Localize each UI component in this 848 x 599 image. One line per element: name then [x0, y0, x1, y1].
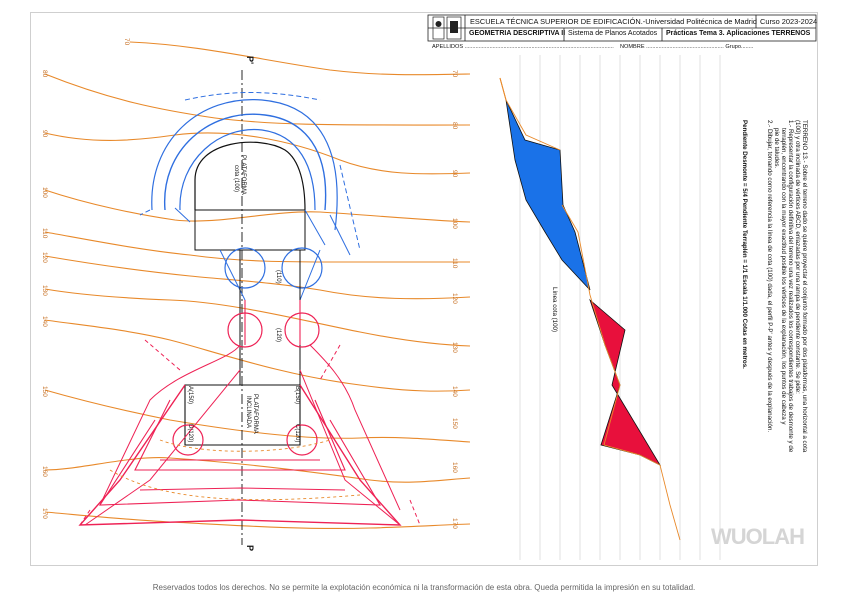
- label-ramp-120: (120): [275, 328, 281, 343]
- contour-label-left: 160: [41, 466, 48, 477]
- statement-line-6: 2.- Dibujar, tomando como referencia la …: [766, 120, 773, 433]
- contour-label-right: 130: [451, 342, 458, 353]
- contour-label-right: 90: [451, 170, 458, 178]
- label-vertex-b: B(150): [294, 386, 300, 405]
- contour-label-right: 100: [451, 218, 458, 229]
- statement-line-4: terraplén, encontrando con la mayor exac…: [780, 128, 787, 425]
- profile-grid: [519, 55, 721, 560]
- name-label: NOMBRE .................................…: [620, 44, 754, 50]
- contour-label-right: 170: [451, 518, 458, 529]
- practice-title: Prácticas Tema 3. Aplicaciones TERRENOS: [666, 30, 811, 37]
- footer-rights: Reservados todos los derechos. No se per…: [152, 583, 696, 592]
- profile-cut-area: [505, 99, 591, 291]
- contour-label-left: 140: [41, 316, 48, 327]
- statement-line-1: TERRENO 13.- Sobre el terreno dado se qu…: [801, 120, 808, 453]
- statement-line-2: (100) y otra inclinada de vértices ABCD,…: [794, 120, 801, 394]
- watermark-logo: WUOLAH: [711, 524, 805, 549]
- contour-label-left: 130: [41, 285, 48, 296]
- school-title: ESCUELA TÉCNICA SUPERIOR DE EDIFICACIÓN.…: [470, 17, 757, 26]
- contour-label-right: 110: [451, 258, 458, 269]
- slopes-info: Pendiente Desmonte = 5/4 Pendiente Terra…: [741, 120, 748, 369]
- subject-title: GEOMETRIA DESCRIPTIVA II: [469, 30, 566, 37]
- label-p-top: P': [245, 56, 255, 65]
- label-vertex-d: D(120): [187, 424, 193, 443]
- contour-label-left: 90: [41, 130, 48, 138]
- profile-fill-area: [589, 298, 662, 466]
- contour-label-left: 80: [41, 70, 48, 78]
- system-title: Sistema de Planos Acotados: [568, 30, 658, 37]
- contour-label-right: 140: [451, 386, 458, 397]
- contour-label-left: 70: [123, 38, 130, 46]
- label-plataforma-top: PLATAFORMA: [240, 155, 246, 195]
- contour-label-left: 170: [41, 508, 48, 519]
- contour-label-right: 120: [451, 293, 458, 304]
- statement-line-5: pie de taludes.: [773, 128, 780, 169]
- label-vertex-c: C(120): [294, 424, 300, 443]
- contour-label-right: 160: [451, 462, 458, 473]
- label-inclinada: INCLINADA: [245, 396, 251, 429]
- label-cota-top: cota (100): [233, 165, 239, 193]
- contour-label-left: 150: [41, 386, 48, 397]
- contour-label-right: 70: [451, 70, 458, 78]
- contour-label-left: 120: [41, 252, 48, 263]
- surname-label: APELLIDOS ..............................…: [432, 44, 614, 50]
- contour-label-right: 80: [451, 122, 458, 130]
- label-p-bottom: P: [245, 545, 255, 552]
- contour-label-left: 110: [41, 228, 48, 239]
- statement-line-3: 1.- Representar la configuración definit…: [787, 120, 794, 453]
- label-plataforma-bottom: PLATAFORMA: [252, 394, 258, 434]
- contour-label-left: 100: [41, 187, 48, 198]
- course-year: Curso 2023-2024: [760, 17, 818, 26]
- contour-lines: [44, 41, 507, 529]
- label-ramp-110: (110): [275, 270, 281, 284]
- upper-platform: [139, 92, 361, 301]
- label-linea-cota: Línea cota (100): [551, 287, 558, 333]
- label-vertex-a: A(150): [187, 386, 193, 405]
- contour-label-right: 150: [451, 418, 458, 429]
- terrain-drawing: [44, 14, 817, 560]
